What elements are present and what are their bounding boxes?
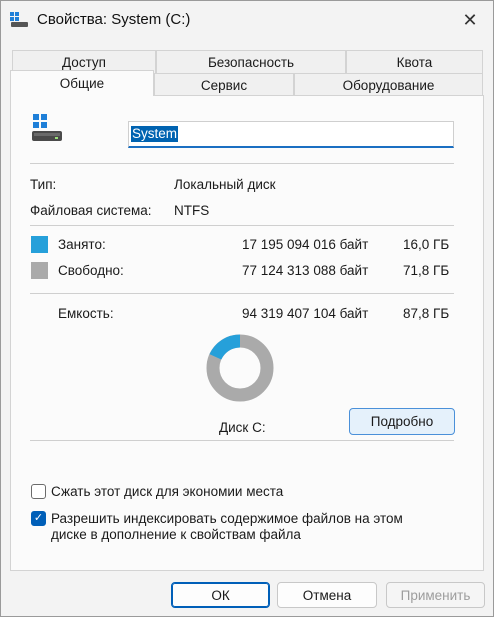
divider (30, 293, 454, 294)
general-panel (10, 95, 484, 571)
window-title: Свойства: System (C:) (37, 11, 191, 28)
index-label-line1: Разрешить индексировать содержимое файло… (51, 511, 403, 526)
compress-label: Сжать этот диск для экономии места (51, 484, 284, 499)
free-size: 71,8 ГБ (403, 263, 450, 278)
drive-icon (10, 12, 28, 27)
tab-quota[interactable]: Квота (346, 50, 483, 74)
tab-label: Квота (396, 54, 433, 70)
details-button[interactable]: Подробно (349, 408, 455, 435)
capacity-bytes: 94 319 407 104 байт (242, 306, 369, 321)
filesystem-label: Файловая система: (30, 203, 152, 218)
free-label: Свободно: (58, 263, 124, 278)
type-value: Локальный диск (174, 177, 276, 192)
tab-security[interactable]: Безопасность (156, 50, 346, 74)
apply-button[interactable]: Применить (386, 582, 485, 608)
check-icon: ✓ (33, 512, 44, 524)
free-space-swatch (31, 262, 48, 279)
close-icon: ✕ (462, 9, 478, 30)
tab-label: Безопасность (207, 54, 295, 70)
tab-general[interactable]: Общие (10, 70, 154, 96)
compress-checkbox[interactable] (31, 484, 46, 499)
tab-label: Оборудование (342, 77, 435, 93)
disk-label: Диск C: (219, 420, 266, 435)
properties-dialog: Свойства: System (C:) ✕ Доступ Безопасно… (0, 0, 494, 617)
title-bar: Свойства: System (C:) ✕ (1, 1, 493, 39)
used-label: Занято: (58, 237, 106, 252)
tab-label: Общие (59, 76, 105, 91)
filesystem-value: NTFS (174, 203, 210, 218)
ok-button[interactable]: ОК (171, 582, 270, 608)
index-checkbox[interactable]: ✓ (31, 511, 46, 526)
tab-label: Доступ (62, 54, 106, 70)
cancel-button[interactable]: Отмена (277, 582, 377, 608)
drive-name-value: System (131, 126, 179, 142)
capacity-label: Емкость: (58, 306, 114, 321)
used-size: 16,0 ГБ (403, 237, 450, 252)
used-space-swatch (31, 236, 48, 253)
used-bytes: 17 195 094 016 байт (242, 237, 369, 252)
used-space-arc (209, 334, 241, 360)
capacity-size: 87,8 ГБ (403, 306, 450, 321)
index-label-line2: диске в дополнение к свойствам файла (51, 527, 301, 542)
disk-usage-donut (206, 334, 274, 402)
free-bytes: 77 124 313 088 байт (242, 263, 369, 278)
close-button[interactable]: ✕ (449, 3, 491, 37)
drive-name-input[interactable]: System (128, 121, 454, 148)
tab-service[interactable]: Сервис (154, 73, 294, 97)
type-label: Тип: (30, 177, 57, 192)
drive-icon (32, 114, 62, 141)
tab-label: Сервис (200, 77, 248, 93)
divider (30, 225, 454, 226)
divider (30, 440, 454, 441)
tab-hardware[interactable]: Оборудование (294, 73, 483, 97)
divider (30, 163, 454, 164)
